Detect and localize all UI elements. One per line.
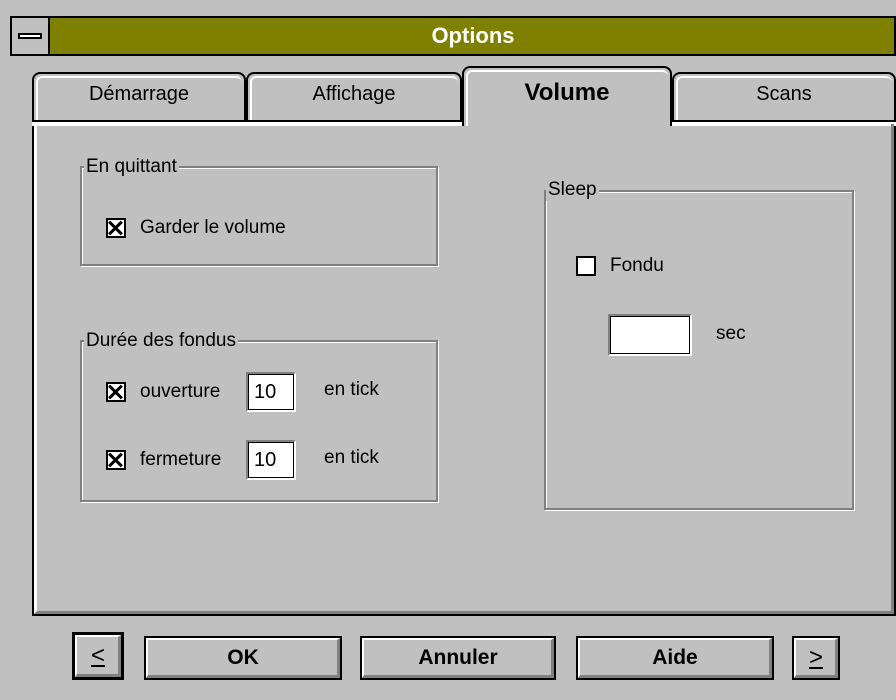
closing-fade-label: fermeture — [140, 449, 222, 470]
tab-label: Scans — [756, 83, 812, 105]
help-button[interactable]: Aide — [576, 636, 774, 680]
closing-fade-unit: en tick — [324, 447, 379, 468]
closing-fade-checkbox[interactable] — [106, 450, 126, 470]
tab-demarrage[interactable]: Démarrage — [32, 72, 246, 124]
cancel-button[interactable]: Annuler — [360, 636, 556, 680]
sleep-group-title: Sleep — [546, 179, 599, 201]
window-title: Options — [431, 23, 515, 48]
system-menu-icon — [18, 33, 42, 39]
keep-volume-label: Garder le volume — [140, 217, 286, 238]
sleep-fade-label: Fondu — [610, 255, 664, 276]
system-menu-button[interactable] — [10, 16, 50, 56]
previous-button[interactable]: < — [72, 632, 124, 680]
opening-fade-label: ouverture — [140, 381, 221, 402]
opening-fade-input[interactable] — [246, 372, 296, 412]
quit-group-title: En quittant — [84, 156, 179, 178]
tab-label: Démarrage — [88, 83, 190, 105]
ok-button[interactable]: OK — [144, 636, 342, 680]
tab-label: Affichage — [312, 83, 396, 105]
panel-border — [672, 120, 896, 122]
tab-label: Volume — [524, 79, 610, 106]
closing-fade-input[interactable] — [246, 440, 296, 480]
tab-scans[interactable]: Scans — [672, 72, 896, 124]
sleep-duration-input[interactable] — [608, 314, 692, 356]
opening-fade-unit: en tick — [324, 379, 379, 400]
sleep-groupbox — [544, 190, 854, 510]
keep-volume-checkbox[interactable] — [106, 218, 126, 238]
fade-group-title: Durée des fondus — [84, 330, 238, 352]
opening-fade-checkbox[interactable] — [106, 382, 126, 402]
tab-affichage[interactable]: Affichage — [246, 72, 462, 124]
tab-volume[interactable]: Volume — [462, 66, 672, 126]
sleep-duration-unit: sec — [716, 323, 746, 344]
next-button[interactable]: > — [792, 636, 840, 680]
panel-border — [32, 120, 462, 122]
sleep-fade-checkbox[interactable] — [576, 256, 596, 276]
